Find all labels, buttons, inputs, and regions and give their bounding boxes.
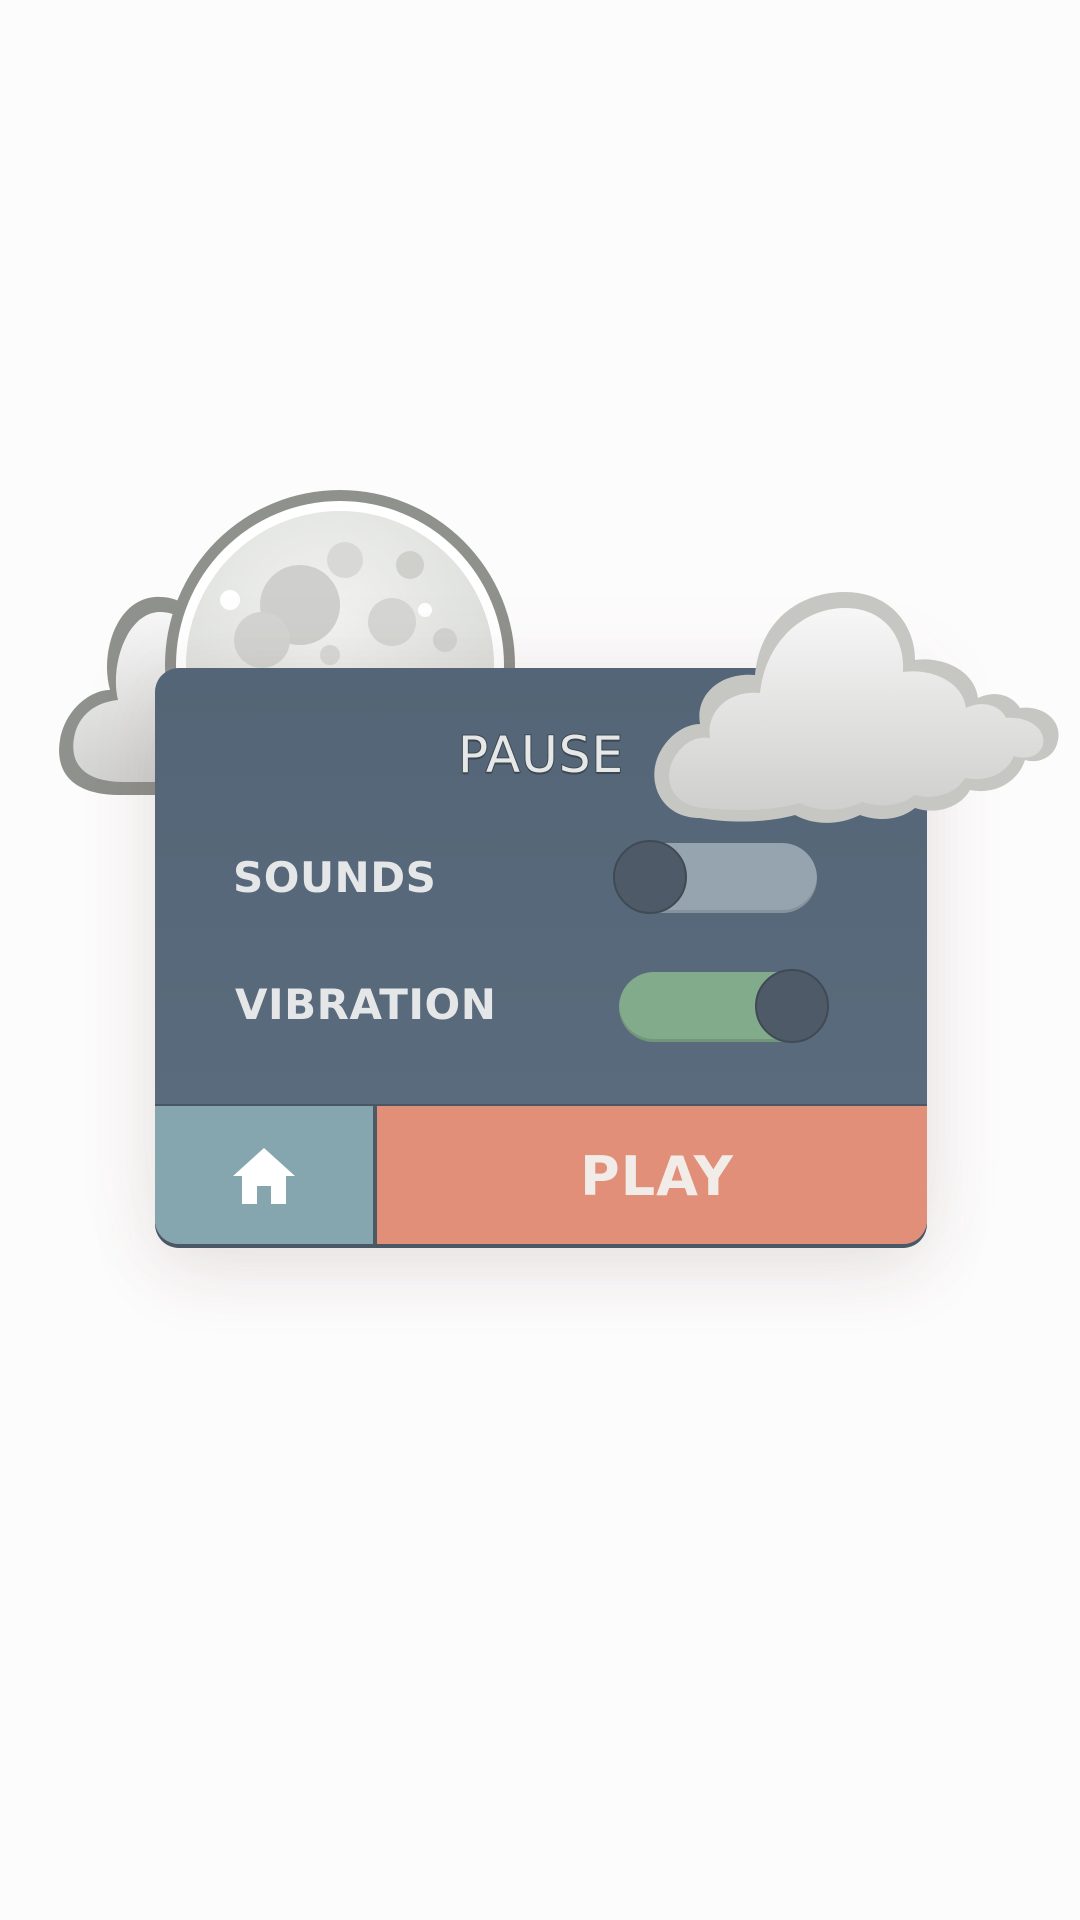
pause-screen: PAUSE SOUNDS VIBRATION PLAY: [0, 0, 1080, 1920]
vibration-toggle-knob[interactable]: [755, 969, 829, 1043]
home-button[interactable]: [155, 1106, 377, 1244]
panel-footer: PLAY: [155, 1104, 927, 1244]
sounds-label: SOUNDS: [233, 853, 437, 902]
vibration-label: VIBRATION: [235, 980, 497, 1029]
sounds-toggle-knob[interactable]: [613, 840, 687, 914]
play-button[interactable]: PLAY: [377, 1106, 927, 1244]
play-label: PLAY: [580, 1144, 734, 1208]
pause-title: PAUSE: [457, 725, 625, 785]
pause-panel: PAUSE SOUNDS VIBRATION PLAY: [155, 668, 927, 1244]
vibration-toggle[interactable]: [619, 969, 829, 1043]
home-icon: [233, 1148, 295, 1204]
sounds-toggle[interactable]: [613, 840, 817, 914]
